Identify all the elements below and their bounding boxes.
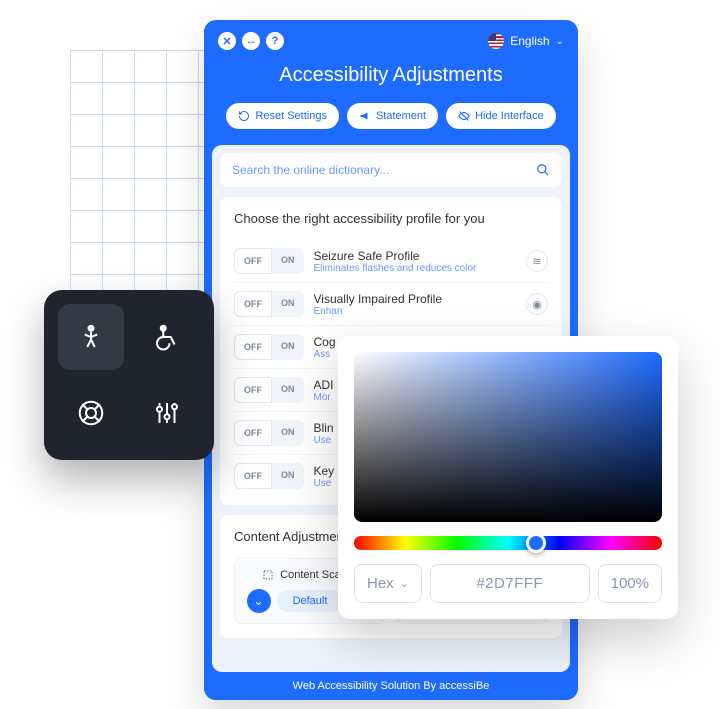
panel-title: Accessibility Adjustments <box>204 64 578 87</box>
profiles-heading: Choose the right accessibility profile f… <box>234 211 548 226</box>
profile-title: Visually Impaired Profile <box>314 292 517 306</box>
window-controls: ✕ ↔ ? <box>218 32 284 50</box>
toggle-on: ON <box>272 463 304 489</box>
profile-toggle[interactable]: OFF ON <box>234 377 304 403</box>
profile-title: Seizure Safe Profile <box>314 249 517 263</box>
megaphone-icon <box>359 110 371 122</box>
language-label: English <box>510 34 549 48</box>
profile-row: OFF ON Visually Impaired Profile Enhan ◉ <box>234 283 548 326</box>
reset-label: Reset Settings <box>255 110 327 122</box>
scale-down-button[interactable]: ⌄ <box>247 589 271 613</box>
help-icon[interactable]: ? <box>266 32 284 50</box>
toggle-on: ON <box>272 420 304 446</box>
accessibility-toolbar <box>44 290 214 460</box>
search-icon <box>536 163 550 177</box>
toggle-off: OFF <box>234 463 272 489</box>
lifebuoy-button[interactable] <box>58 380 124 446</box>
color-hex-input[interactable]: #2D7FFF <box>430 564 590 603</box>
toggle-off: OFF <box>234 291 272 317</box>
toggle-on: ON <box>272 291 304 317</box>
opacity-input[interactable]: 100% <box>598 564 662 603</box>
statement-button[interactable]: Statement <box>347 103 438 129</box>
reset-icon <box>238 110 250 122</box>
hue-thumb[interactable] <box>526 533 546 553</box>
scaling-icon <box>262 569 274 581</box>
chevron-down-icon: ⌄ <box>556 36 564 47</box>
profile-toggle[interactable]: OFF ON <box>234 420 304 446</box>
close-icon[interactable]: ✕ <box>218 32 236 50</box>
color-gradient[interactable] <box>354 352 662 522</box>
hide-interface-button[interactable]: Hide Interface <box>446 103 555 129</box>
accessibility-button[interactable] <box>58 304 124 370</box>
hex-value: #2D7FFF <box>476 575 543 592</box>
scale-value: Default <box>277 590 344 612</box>
wheelchair-button[interactable] <box>134 304 200 370</box>
sliders-button[interactable] <box>134 380 200 446</box>
wheelchair-icon <box>152 322 182 352</box>
resize-icon[interactable]: ↔ <box>242 32 260 50</box>
profile-text: Seizure Safe Profile Eliminates flashes … <box>314 249 517 274</box>
hue-slider[interactable] <box>354 536 662 550</box>
profile-toggle[interactable]: OFF ON <box>234 291 304 317</box>
toggle-on: ON <box>272 248 304 274</box>
flag-us-icon <box>488 33 504 49</box>
language-selector[interactable]: English ⌄ <box>488 33 564 49</box>
lifebuoy-icon <box>76 398 106 428</box>
profile-text: Visually Impaired Profile Enhan <box>314 292 517 317</box>
seizure-icon: ≋ <box>526 250 548 272</box>
profile-sub: Enhan <box>314 306 517 317</box>
search-input[interactable] <box>232 163 536 177</box>
sliders-icon <box>152 398 182 428</box>
panel-topbar: ✕ ↔ ? English ⌄ <box>204 20 578 54</box>
toggle-on: ON <box>272 377 304 403</box>
chevron-down-icon: ⌄ <box>400 577 409 590</box>
profile-toggle[interactable]: OFF ON <box>234 463 304 489</box>
reset-settings-button[interactable]: Reset Settings <box>226 103 339 129</box>
color-picker: Hex ⌄ #2D7FFF 100% <box>338 336 678 619</box>
toggle-off: OFF <box>234 377 272 403</box>
statement-label: Statement <box>376 110 426 122</box>
format-label: Hex <box>367 575 394 592</box>
eye-icon: ◉ <box>526 293 548 315</box>
profile-row: OFF ON Seizure Safe Profile Eliminates f… <box>234 240 548 283</box>
search-box <box>220 153 562 187</box>
toggle-off: OFF <box>234 334 272 360</box>
toggle-off: OFF <box>234 248 272 274</box>
eye-off-icon <box>458 110 470 122</box>
panel-footer: Web Accessibility Solution By accessiBe <box>204 672 578 700</box>
picker-inputs: Hex ⌄ #2D7FFF 100% <box>354 564 662 603</box>
person-icon <box>76 322 106 352</box>
hide-label: Hide Interface <box>475 110 543 122</box>
toggle-off: OFF <box>234 420 272 446</box>
profile-toggle[interactable]: OFF ON <box>234 334 304 360</box>
toggle-on: ON <box>272 334 304 360</box>
action-pills: Reset Settings Statement Hide Interface <box>204 103 578 145</box>
profile-sub: Eliminates flashes and reduces color <box>314 263 517 274</box>
opacity-value: 100% <box>611 575 649 592</box>
profile-toggle[interactable]: OFF ON <box>234 248 304 274</box>
color-format-select[interactable]: Hex ⌄ <box>354 564 422 603</box>
